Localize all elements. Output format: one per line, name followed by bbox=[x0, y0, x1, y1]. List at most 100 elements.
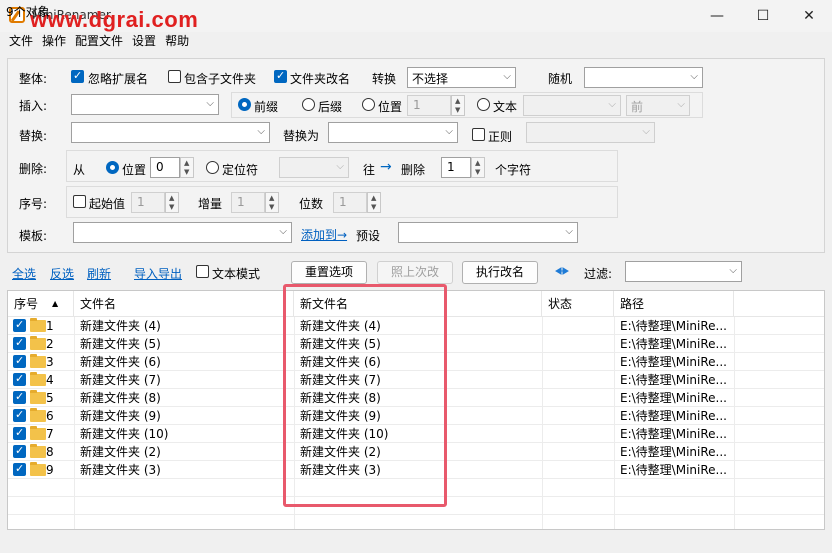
folder-icon bbox=[30, 354, 46, 368]
prefix-radio[interactable] bbox=[238, 98, 251, 111]
add-to-link[interactable]: 添加到→ bbox=[301, 226, 347, 243]
delete-position-radio[interactable] bbox=[106, 161, 119, 174]
text-combo[interactable]: ⌵ bbox=[523, 95, 621, 116]
chevron-down-icon: ⌵ bbox=[677, 99, 685, 110]
insert-combo[interactable]: ⌵ bbox=[71, 94, 219, 115]
column-header-seq[interactable]: 序号 ▲ bbox=[8, 291, 74, 317]
suffix-radio[interactable] bbox=[302, 98, 315, 111]
row-checkbox[interactable] bbox=[13, 318, 26, 332]
chars-label: 个字符 bbox=[495, 163, 532, 177]
front-value: 前 bbox=[631, 100, 644, 114]
down-arrow-icon: ▼ bbox=[475, 168, 481, 176]
chevron-down-icon: ⌵ bbox=[279, 226, 287, 237]
delete-count-spin[interactable]: 1 bbox=[441, 157, 471, 178]
folder-icon bbox=[30, 444, 46, 458]
insert-position-spin[interactable]: 1 bbox=[407, 95, 451, 116]
regex-checkbox[interactable] bbox=[472, 128, 485, 141]
suffix-label: 后缀 bbox=[318, 100, 343, 114]
menu-operate[interactable]: 操作 bbox=[39, 32, 72, 52]
chevron-down-icon: ⌵ bbox=[729, 265, 737, 276]
preset-combo[interactable]: ⌵ bbox=[398, 222, 578, 243]
row-filename: 新建文件夹 (7) bbox=[80, 373, 161, 387]
menu-file[interactable]: 文件 bbox=[6, 32, 39, 52]
delete-position-spin[interactable]: 0 bbox=[150, 157, 180, 178]
ignore-ext-checkbox[interactable] bbox=[71, 69, 84, 83]
row-path: E:\待整理\MiniRe... bbox=[620, 445, 727, 459]
last-time-button[interactable]: 照上次改 bbox=[377, 261, 453, 284]
pin-icon[interactable] bbox=[555, 264, 569, 278]
menu-help[interactable]: 帮助 bbox=[162, 32, 195, 52]
row-checkbox[interactable] bbox=[13, 444, 26, 458]
refresh-link[interactable]: 刷新 bbox=[87, 265, 111, 282]
overall-label: 整体: bbox=[19, 72, 48, 86]
seq-label: 序号: bbox=[19, 197, 48, 211]
down-arrow-icon: ▼ bbox=[184, 168, 190, 176]
menu-config[interactable]: 配置文件 bbox=[72, 32, 129, 52]
increment-spin[interactable]: 1 bbox=[231, 192, 265, 213]
invert-link[interactable]: 反选 bbox=[50, 265, 74, 282]
row-checkbox[interactable] bbox=[13, 462, 26, 476]
digits-stepper[interactable]: ▲ ▼ bbox=[367, 192, 381, 213]
menu-settings[interactable]: 设置 bbox=[129, 32, 162, 52]
replace-with-combo[interactable]: ⌵ bbox=[328, 122, 458, 143]
template-combo[interactable]: ⌵ bbox=[73, 222, 292, 243]
close-button[interactable]: ✕ bbox=[786, 0, 832, 32]
direction-arrow-icon[interactable]: → bbox=[380, 159, 392, 175]
filter-combo[interactable]: ⌵ bbox=[625, 261, 742, 282]
locator-radio[interactable] bbox=[206, 161, 219, 174]
delete-count-stepper[interactable]: ▲ ▼ bbox=[471, 157, 485, 178]
replace-label: 替换: bbox=[19, 129, 48, 143]
column-header-filename[interactable]: 文件名 bbox=[74, 291, 294, 317]
insert-position-stepper[interactable]: ▲ ▼ bbox=[451, 95, 465, 116]
row-checkbox[interactable] bbox=[13, 426, 26, 440]
regex-combo[interactable]: ⌵ bbox=[526, 122, 655, 143]
row-filename: 新建文件夹 (8) bbox=[80, 391, 161, 405]
digits-spin[interactable]: 1 bbox=[333, 192, 367, 213]
maximize-button[interactable]: ☐ bbox=[740, 0, 786, 32]
row-checkbox[interactable] bbox=[13, 372, 26, 386]
execute-button[interactable]: 执行改名 bbox=[462, 261, 538, 284]
import-export-link[interactable]: 导入导出 bbox=[134, 265, 182, 282]
front-combo[interactable]: 前 ⌵ bbox=[626, 95, 690, 116]
start-spin[interactable]: 1 bbox=[131, 192, 165, 213]
replace-combo[interactable]: ⌵ bbox=[71, 122, 270, 143]
rename-folder-checkbox[interactable] bbox=[274, 69, 287, 83]
row-status bbox=[548, 353, 610, 371]
folder-icon bbox=[30, 372, 46, 386]
select-all-link[interactable]: 全选 bbox=[12, 265, 36, 282]
text-radio[interactable] bbox=[477, 98, 490, 111]
insert-label: 插入: bbox=[19, 99, 48, 113]
include-sub-checkbox[interactable] bbox=[168, 70, 181, 83]
sort-ascending-icon: ▲ bbox=[52, 299, 59, 308]
up-arrow-icon: ▲ bbox=[455, 97, 461, 105]
filter-label: 过滤: bbox=[584, 267, 613, 281]
delete-position-stepper[interactable]: ▲ ▼ bbox=[180, 157, 194, 178]
row-path: E:\待整理\MiniRe... bbox=[620, 337, 727, 351]
convert-label: 转换 bbox=[372, 72, 397, 86]
reset-button[interactable]: 重置选项 bbox=[291, 261, 367, 284]
column-header-filler bbox=[734, 291, 824, 317]
row-checkbox[interactable] bbox=[13, 354, 26, 368]
column-header-status[interactable]: 状态 bbox=[542, 291, 614, 317]
watermark-text: www.dgrai.com bbox=[30, 7, 199, 32]
increment-stepper[interactable]: ▲ ▼ bbox=[265, 192, 279, 213]
minimize-button[interactable]: — bbox=[694, 0, 740, 32]
random-combo[interactable]: ⌵ bbox=[584, 67, 703, 88]
convert-combo[interactable]: 不选择 ⌵ bbox=[407, 67, 516, 88]
text-mode-checkbox[interactable] bbox=[196, 265, 209, 278]
status-text: 9个对象 bbox=[6, 5, 50, 19]
start-stepper[interactable]: ▲ ▼ bbox=[165, 192, 179, 213]
start-checkbox[interactable] bbox=[73, 195, 86, 208]
chevron-down-icon: ⌵ bbox=[565, 226, 573, 237]
row-path: E:\待整理\MiniRe... bbox=[620, 463, 727, 477]
chevron-down-icon: ⌵ bbox=[445, 126, 453, 137]
row-checkbox[interactable] bbox=[13, 408, 26, 422]
position-radio[interactable] bbox=[362, 98, 375, 111]
column-header-path[interactable]: 路径 bbox=[614, 291, 734, 317]
locator-combo[interactable]: ⌵ bbox=[279, 157, 349, 178]
row-status bbox=[548, 389, 610, 407]
row-checkbox[interactable] bbox=[13, 336, 26, 350]
row-checkbox[interactable] bbox=[13, 390, 26, 404]
up-arrow-icon: ▲ bbox=[475, 159, 481, 167]
random-label: 随机 bbox=[548, 72, 573, 86]
